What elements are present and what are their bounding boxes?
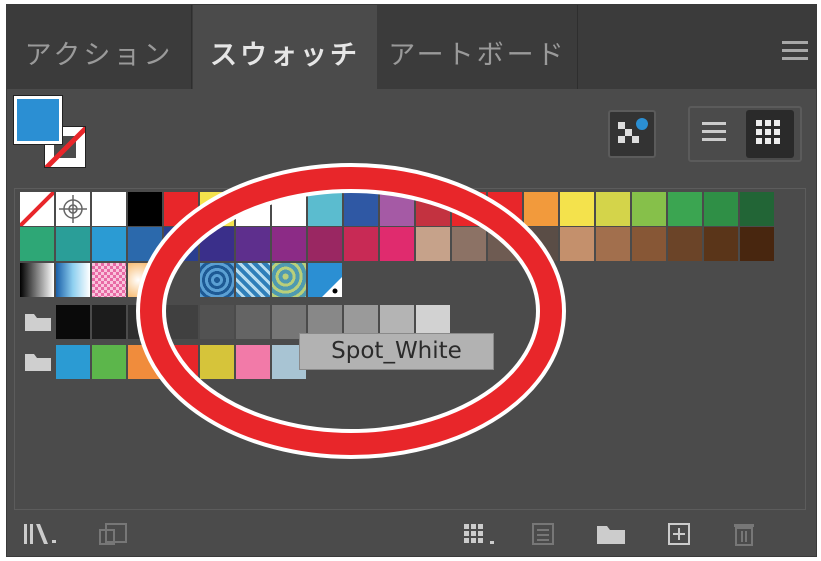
swatch[interactable] [308,227,342,261]
swatch[interactable] [560,192,594,226]
swatch[interactable] [596,192,630,226]
swatch[interactable] [488,192,522,226]
swatch[interactable] [704,227,738,261]
swatch[interactable] [668,227,702,261]
swatch[interactable] [452,192,486,226]
swatch[interactable] [272,263,306,297]
swatch[interactable] [416,192,450,226]
tab-swatches[interactable]: スウォッチ [193,5,377,90]
swatch[interactable] [380,192,414,226]
new-swatch-icon[interactable] [666,522,694,546]
swatch-options-icon[interactable] [530,522,558,546]
swatch[interactable] [164,305,198,339]
swatch[interactable] [200,227,234,261]
swatch[interactable] [18,190,56,228]
swatch[interactable] [200,192,234,226]
swatch[interactable] [272,192,306,226]
grid-view-icon[interactable] [746,110,794,158]
swatch[interactable] [56,227,90,261]
swatch[interactable] [164,345,198,379]
swatch[interactable] [20,263,54,297]
swatch[interactable] [92,345,126,379]
place-swatches-icon[interactable] [98,522,132,546]
swatch[interactable] [200,345,234,379]
swatch[interactable] [56,305,90,339]
swatch[interactable] [380,227,414,261]
swatch[interactable] [56,345,90,379]
swatch[interactable] [236,227,270,261]
swatch[interactable] [272,227,306,261]
new-color-group-icon[interactable] [595,522,629,546]
swatch[interactable] [92,192,126,226]
list-view-icon[interactable] [692,110,740,158]
tab-actions[interactable]: アクション [7,5,192,89]
swatch[interactable] [488,227,522,261]
swatch[interactable] [164,192,198,226]
swatch[interactable] [92,227,126,261]
swatch[interactable] [416,227,450,261]
show-swatch-kinds-icon[interactable] [608,110,656,158]
fill-swatch[interactable] [14,96,62,144]
swatch[interactable] [596,227,630,261]
fill-stroke-widget[interactable] [14,96,96,168]
swatch[interactable] [560,227,594,261]
hamburger-menu-icon[interactable] [782,41,808,63]
swatch[interactable] [92,263,126,297]
swatch-libraries-menu-icon[interactable] [22,522,60,546]
swatch[interactable] [632,227,666,261]
swatch[interactable] [128,305,162,339]
swatch[interactable] [452,227,486,261]
swatch[interactable] [236,263,270,297]
swatch-kinds-menu-icon[interactable] [462,522,500,546]
swatch[interactable] [128,345,162,379]
color-group-folder-icon[interactable] [24,312,52,332]
delete-swatch-icon[interactable] [732,522,758,546]
swatch[interactable] [200,305,234,339]
swatch[interactable] [128,263,162,297]
swatch[interactable] [92,305,126,339]
swatch[interactable] [308,263,342,297]
color-group-folder-icon[interactable] [24,352,52,372]
swatch[interactable] [236,305,270,339]
swatch-tooltip: Spot_White [299,333,494,370]
swatch[interactable] [704,192,738,226]
swatch[interactable] [308,192,342,226]
swatch[interactable] [632,192,666,226]
swatch[interactable] [668,192,702,226]
swatch[interactable] [740,192,774,226]
swatch[interactable] [128,192,162,226]
swatch[interactable] [740,227,774,261]
swatch[interactable] [344,192,378,226]
swatch[interactable] [524,227,558,261]
swatch[interactable] [164,227,198,261]
swatch[interactable] [20,227,54,261]
swatch[interactable] [236,345,270,379]
tab-artboards[interactable]: アートボード [378,5,578,89]
swatch[interactable] [236,192,270,226]
swatch[interactable] [128,227,162,261]
tab-bar: アクション スウォッチ アートボード [7,5,816,90]
swatch[interactable] [200,263,234,297]
swatch[interactable] [56,263,90,297]
swatch[interactable] [344,227,378,261]
swatch[interactable] [524,192,558,226]
swatch[interactable] [56,192,90,226]
